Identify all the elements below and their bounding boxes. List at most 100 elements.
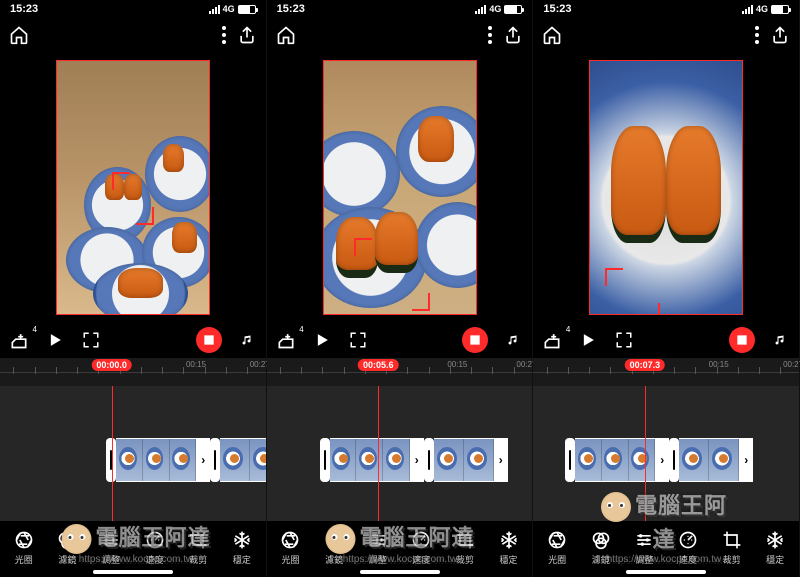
more-menu-button[interactable]: [488, 26, 492, 44]
filter-icon: [56, 529, 78, 551]
clip-transition-button[interactable]: ›: [739, 438, 753, 482]
adjust-icon: [367, 529, 389, 551]
clip[interactable]: [434, 438, 494, 482]
network-label: 4G: [756, 4, 768, 14]
record-mode-button[interactable]: [462, 327, 488, 353]
timeline-ruler[interactable]: 00:1500:27.300:00.0: [0, 358, 266, 386]
crop-icon: [721, 529, 743, 551]
clip[interactable]: [679, 438, 739, 482]
home-button[interactable]: [275, 24, 297, 46]
tool-stabilize[interactable]: 穩定: [489, 529, 529, 566]
timeline-track[interactable]: ››: [267, 386, 533, 521]
record-mode-button[interactable]: [729, 327, 755, 353]
focus-bracket-icon: [112, 172, 130, 190]
tool-aperture[interactable]: 光圈: [270, 529, 310, 566]
tool-stabilize[interactable]: 穩定: [755, 529, 795, 566]
home-indicator[interactable]: [360, 570, 440, 574]
clip-handle[interactable]: [320, 438, 330, 482]
playhead-time[interactable]: 00:00.0: [91, 359, 132, 371]
share-button[interactable]: [769, 24, 791, 46]
video-preview[interactable]: [267, 52, 533, 322]
timeline-ruler[interactable]: 00:1500:27.300:05.6: [267, 358, 533, 386]
tool-filter[interactable]: 濾鏡: [314, 529, 354, 566]
home-button[interactable]: [8, 24, 30, 46]
more-menu-button[interactable]: [222, 26, 226, 44]
tool-label: 光圈: [281, 553, 299, 566]
tool-adjust[interactable]: 調整: [624, 529, 664, 566]
add-clip-button[interactable]: 4: [8, 329, 30, 351]
aperture-icon: [279, 529, 301, 551]
transport-bar: 4: [267, 322, 533, 358]
tool-aperture[interactable]: 光圈: [4, 529, 44, 566]
clip[interactable]: [116, 438, 196, 482]
fullscreen-button[interactable]: [347, 329, 369, 351]
timeline-ruler[interactable]: 00:1500:27.300:07.3: [533, 358, 799, 386]
clip[interactable]: [575, 438, 655, 482]
playhead-line[interactable]: [645, 386, 646, 521]
audio-button[interactable]: [502, 329, 524, 351]
tool-speed[interactable]: 速度: [401, 529, 441, 566]
tool-filter[interactable]: 濾鏡: [581, 529, 621, 566]
playhead-time[interactable]: 00:07.3: [625, 359, 666, 371]
clip[interactable]: [330, 438, 410, 482]
clip-handle[interactable]: [565, 438, 575, 482]
tool-speed[interactable]: 速度: [135, 529, 175, 566]
clip-transition-button[interactable]: ›: [655, 438, 669, 482]
tool-aperture[interactable]: 光圈: [537, 529, 577, 566]
playhead-line[interactable]: [378, 386, 379, 521]
add-clip-button[interactable]: 4: [275, 329, 297, 351]
fullscreen-button[interactable]: [80, 329, 102, 351]
clip-transition-button[interactable]: ›: [196, 438, 210, 482]
status-time: 15:23: [543, 3, 571, 15]
play-button[interactable]: [44, 329, 66, 351]
clip-handle[interactable]: [424, 438, 434, 482]
timeline-track[interactable]: ››: [533, 386, 799, 521]
network-label: 4G: [223, 4, 235, 14]
play-button[interactable]: [577, 329, 599, 351]
tool-speed[interactable]: 速度: [668, 529, 708, 566]
clip[interactable]: [220, 438, 265, 482]
clip-transition-button[interactable]: ›: [494, 438, 508, 482]
speed-icon: [677, 529, 699, 551]
share-button[interactable]: [236, 24, 258, 46]
clip-handle[interactable]: [210, 438, 220, 482]
play-button[interactable]: [311, 329, 333, 351]
tool-label: 調整: [635, 553, 653, 566]
crop-icon: [187, 529, 209, 551]
signal-icon: [742, 5, 753, 14]
playhead-line[interactable]: [112, 386, 113, 521]
home-indicator[interactable]: [626, 570, 706, 574]
tool-stabilize[interactable]: 穩定: [222, 529, 262, 566]
playhead-time[interactable]: 00:05.6: [358, 359, 399, 371]
video-preview[interactable]: [0, 52, 266, 322]
audio-button[interactable]: [769, 329, 791, 351]
record-mode-button[interactable]: [196, 327, 222, 353]
timeline-track[interactable]: ››: [0, 386, 266, 521]
home-button[interactable]: [541, 24, 563, 46]
transport-bar: 4: [533, 322, 799, 358]
video-preview[interactable]: [533, 52, 799, 322]
clip-handle[interactable]: [669, 438, 679, 482]
tool-filter[interactable]: 濾鏡: [47, 529, 87, 566]
audio-button[interactable]: [236, 329, 258, 351]
add-clip-button[interactable]: 4: [541, 329, 563, 351]
tool-label: 濾鏡: [325, 553, 343, 566]
tool-bar: 光圈濾鏡調整 速度裁剪 穩定: [533, 521, 799, 577]
home-indicator[interactable]: [93, 570, 173, 574]
share-button[interactable]: [502, 24, 524, 46]
tool-crop[interactable]: 裁剪: [712, 529, 752, 566]
tool-adjust[interactable]: 調整: [91, 529, 131, 566]
tool-crop[interactable]: 裁剪: [178, 529, 218, 566]
more-menu-button[interactable]: [755, 26, 759, 44]
tool-label: 裁剪: [723, 553, 741, 566]
speed-icon: [410, 529, 432, 551]
tool-crop[interactable]: 裁剪: [445, 529, 485, 566]
phone-pane-1: 15:23 4G 4 00:1500:27.300:00.0››光圈濾鏡調整速度…: [0, 0, 267, 577]
tool-label: 裁剪: [456, 553, 474, 566]
tool-adjust[interactable]: 調整: [358, 529, 398, 566]
fullscreen-button[interactable]: [613, 329, 635, 351]
clip-transition-button[interactable]: ›: [410, 438, 424, 482]
tool-label: 調整: [102, 553, 120, 566]
tool-label: 穩定: [233, 553, 251, 566]
tool-label: 光圈: [15, 553, 33, 566]
